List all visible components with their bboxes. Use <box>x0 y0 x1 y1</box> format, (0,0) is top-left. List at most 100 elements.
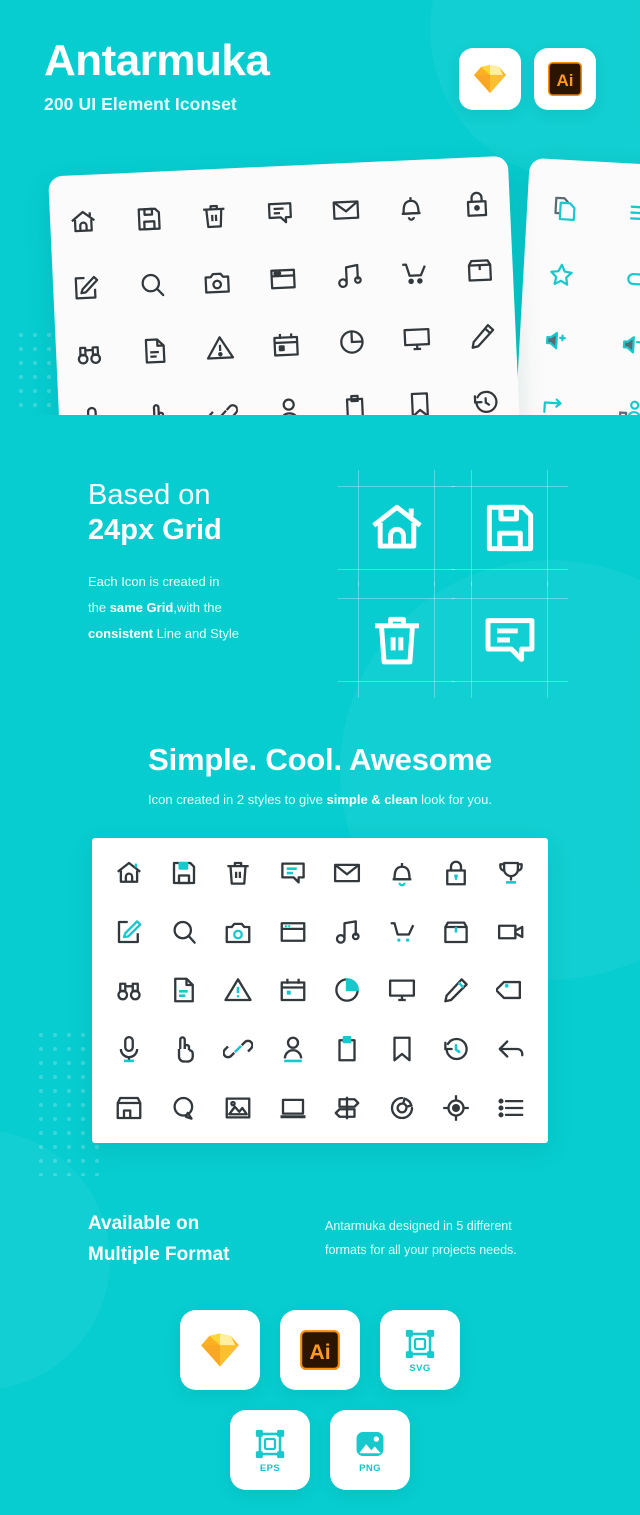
hamburger-menu-icon <box>602 190 640 236</box>
save-floppy-icon[interactable] <box>157 844 212 903</box>
history-undo-icon[interactable] <box>429 1020 484 1079</box>
mail-envelope-icon[interactable] <box>320 844 375 903</box>
search-bubble-icon[interactable] <box>157 1078 212 1137</box>
sketch-format-badge[interactable] <box>180 1310 260 1390</box>
home-icon <box>49 200 117 245</box>
edit-square-icon <box>52 265 120 310</box>
trash-icon[interactable] <box>211 844 266 903</box>
chat-bubble-icon <box>246 191 314 236</box>
eps-format-badge[interactable]: EPS <box>230 1410 310 1490</box>
svg-format-badge[interactable]: SVG <box>380 1310 460 1390</box>
reply-arrow-icon[interactable] <box>484 1020 539 1079</box>
svg-text:Ai: Ai <box>309 1341 330 1364</box>
png-format-badge[interactable]: PNG <box>330 1410 410 1490</box>
formats-body: Antarmuka designed in 5 different format… <box>325 1214 560 1263</box>
camera-icon[interactable] <box>211 903 266 962</box>
warning-triangle-icon <box>187 325 255 370</box>
image-icon <box>356 1431 384 1456</box>
home-icon[interactable] <box>102 844 157 903</box>
mail-envelope-icon <box>312 188 380 233</box>
shopping-cart-icon[interactable] <box>375 903 430 962</box>
video-camera-icon[interactable] <box>484 903 539 962</box>
laptop-icon[interactable] <box>266 1078 321 1137</box>
signpost-icon[interactable] <box>320 1078 375 1137</box>
bookmark-icon[interactable] <box>375 1020 430 1079</box>
lock-icon[interactable] <box>429 844 484 903</box>
save-floppy-icon <box>115 197 183 242</box>
formats-heading-line2: Multiple Format <box>88 1244 230 1266</box>
svg-format-label: SVG <box>409 1362 431 1374</box>
music-note-icon[interactable] <box>320 903 375 962</box>
search-icon <box>118 263 186 308</box>
microphone-icon[interactable] <box>102 1020 157 1079</box>
user-icon[interactable] <box>266 1020 321 1079</box>
chat-bubble-icon <box>451 582 568 698</box>
image-icon[interactable] <box>211 1078 266 1137</box>
vector-nodes-icon <box>405 1329 435 1358</box>
styles-sub-pre: Icon created in 2 styles to give <box>148 792 327 807</box>
trophy-icon[interactable] <box>484 844 539 903</box>
calendar-icon <box>252 322 320 367</box>
teal-preview-card <box>514 157 640 415</box>
bell-icon <box>378 185 446 230</box>
box-icon[interactable] <box>429 903 484 962</box>
grid-body-line3-post: Line and Style <box>153 625 240 641</box>
formats-body-line2: formats for all your projects needs. <box>325 1243 517 1258</box>
sketch-badge[interactable] <box>459 48 521 110</box>
pencil-icon[interactable] <box>429 961 484 1020</box>
grid-body: Each Icon is created in the same Grid,wi… <box>88 569 338 647</box>
grid-body-line2-bold: same Grid <box>109 599 174 615</box>
monitor-icon[interactable] <box>375 961 430 1020</box>
donut-chart-icon[interactable] <box>375 1078 430 1137</box>
clipboard-icon[interactable] <box>320 1020 375 1079</box>
search-icon[interactable] <box>157 903 212 962</box>
vector-nodes-icon <box>255 1429 285 1458</box>
document-icon <box>121 328 189 373</box>
browser-window-icon[interactable] <box>266 903 321 962</box>
preview-cards <box>0 140 640 415</box>
chat-bubble-icon[interactable] <box>266 844 321 903</box>
dark-icon-grid <box>48 156 520 415</box>
grid-body-line1: Each Icon is created in <box>88 573 220 589</box>
formats-body-line1: Antarmuka designed in 5 different <box>325 1219 512 1233</box>
link-icon[interactable] <box>211 1020 266 1079</box>
binoculars-icon[interactable] <box>102 961 157 1020</box>
grid-body-line2-pre: the <box>88 599 110 615</box>
calendar-icon[interactable] <box>266 961 321 1020</box>
microphone-icon <box>58 397 126 415</box>
pointing-hand-icon[interactable] <box>157 1020 212 1079</box>
illustrator-ai-icon: Ai <box>548 62 582 96</box>
png-format-label: PNG <box>359 1462 381 1474</box>
formats-row-1: Ai SVG <box>0 1310 640 1390</box>
icon-showcase-panel <box>92 838 548 1143</box>
dark-preview-card <box>48 155 520 415</box>
monitor-icon <box>384 317 452 362</box>
music-note-icon <box>315 254 383 299</box>
price-tag-icon[interactable] <box>484 961 539 1020</box>
store-icon[interactable] <box>102 1078 157 1137</box>
grid-heading-line1: Based on <box>88 479 211 511</box>
save-floppy-icon <box>451 470 568 586</box>
list-icon[interactable] <box>484 1078 539 1137</box>
camera-icon <box>184 260 252 305</box>
volume-up-icon <box>519 318 598 364</box>
lock-icon <box>443 182 511 227</box>
bell-icon[interactable] <box>375 844 430 903</box>
forward-arrow-icon <box>515 383 594 415</box>
sketch-diamond-icon <box>474 65 506 93</box>
styles-subtitle: Icon created in 2 styles to give simple … <box>0 792 640 807</box>
styles-section-header: Simple. Cool. Awesome Icon created in 2 … <box>0 742 640 807</box>
sketch-diamond-icon <box>201 1333 239 1367</box>
target-icon[interactable] <box>429 1078 484 1137</box>
warning-triangle-icon[interactable] <box>211 961 266 1020</box>
illustrator-badge[interactable]: Ai <box>534 48 596 110</box>
svg-text:Ai: Ai <box>557 71 574 90</box>
grid-body-line3-bold: consistent <box>88 625 154 641</box>
pie-chart-icon[interactable] <box>320 961 375 1020</box>
edit-square-icon[interactable] <box>102 903 157 962</box>
volume-down-icon <box>595 322 640 368</box>
illustrator-format-badge[interactable]: Ai <box>280 1310 360 1390</box>
document-icon[interactable] <box>157 961 212 1020</box>
home-icon <box>338 470 455 586</box>
pencil-icon <box>449 314 517 359</box>
